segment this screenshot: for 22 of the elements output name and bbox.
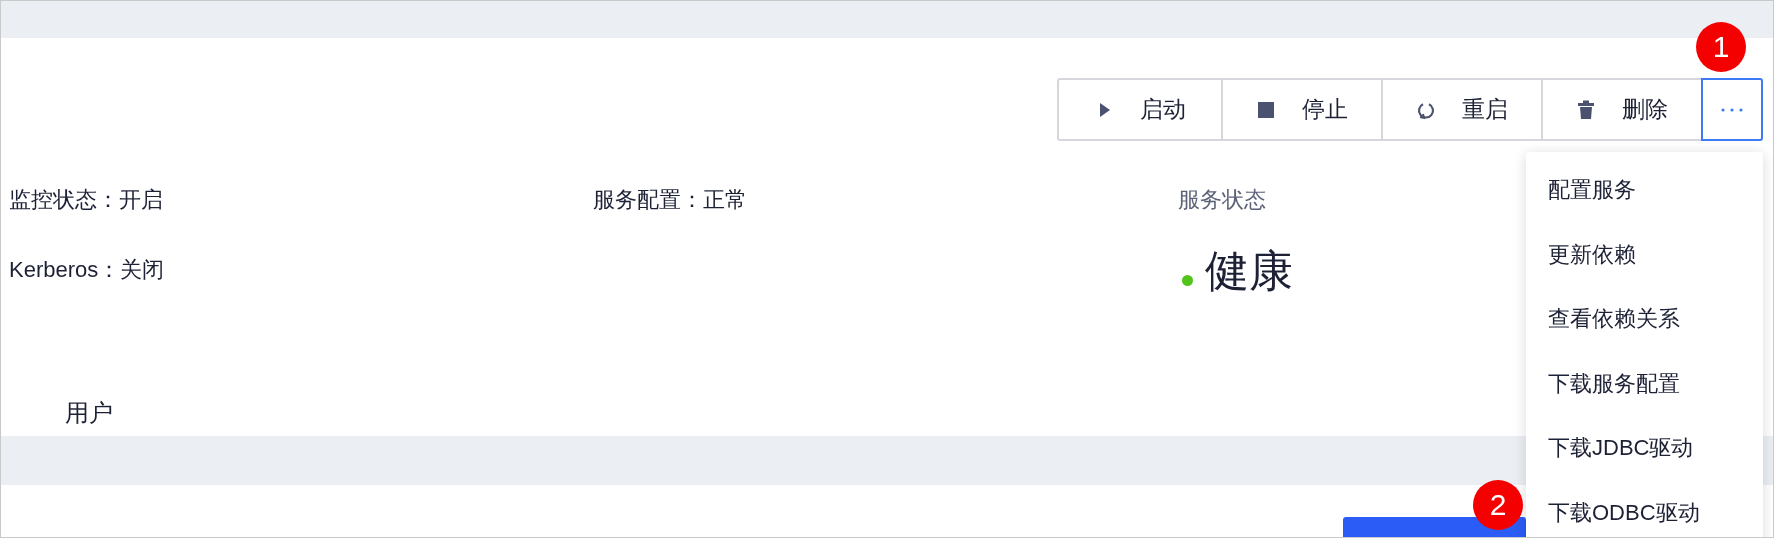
status-label: 服务状态 (1178, 186, 1266, 214)
menu-item[interactable]: 查看依赖关系 (1526, 287, 1763, 352)
section-title: 用户 (65, 399, 113, 426)
status-dot (1182, 274, 1193, 286)
trash-icon (1576, 99, 1596, 120)
menu-item[interactable]: 下载服务配置 (1526, 351, 1763, 416)
toolbar-button[interactable]: 删除 (1541, 78, 1701, 141)
info-text: 监控状态：开启 (9, 186, 164, 214)
toolbar-button[interactable]: 启动 (1057, 78, 1221, 141)
more-icon (1721, 107, 1743, 112)
more-button[interactable] (1701, 78, 1763, 141)
menu-item[interactable]: 下载ODBC驱动 (1526, 480, 1763, 537)
toolbar-button[interactable]: 重启 (1381, 78, 1541, 141)
menu-item[interactable]: 配置服务 (1526, 158, 1763, 223)
status-value: 健康 (1205, 245, 1293, 297)
menu-item[interactable]: 下载JDBC驱动 (1526, 416, 1763, 481)
menu-item[interactable]: 更新依赖 (1526, 222, 1763, 287)
info-text: Kerberos：关闭 (9, 256, 166, 284)
info-text: 服务配置：正常 (593, 186, 748, 214)
toolbar-button[interactable]: 停止 (1221, 78, 1381, 141)
callout-badge: 1 (1696, 22, 1746, 72)
stop-icon (1256, 99, 1276, 120)
